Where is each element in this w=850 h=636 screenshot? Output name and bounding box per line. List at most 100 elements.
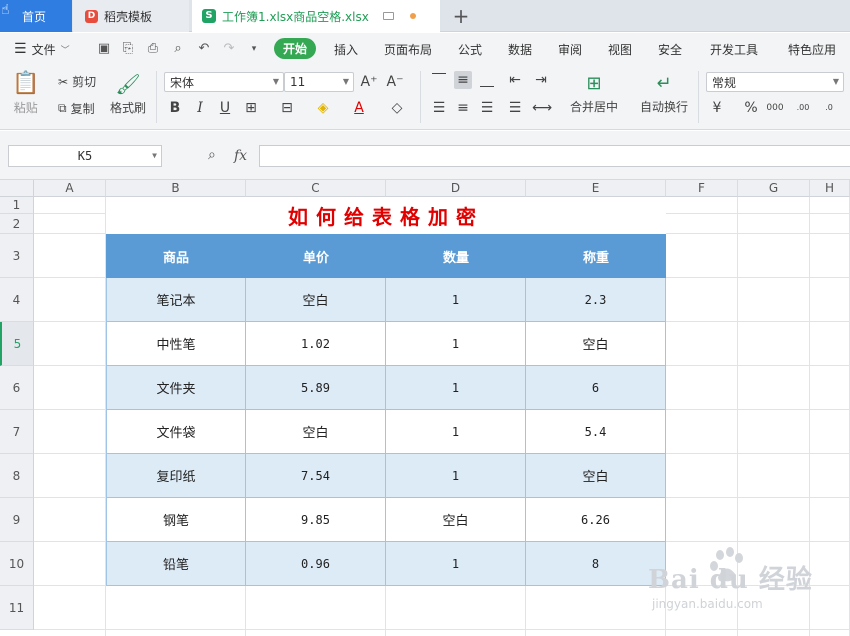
fx-icon[interactable]: fx (234, 148, 247, 164)
table-cell[interactable]: 铅笔 (106, 542, 246, 585)
table-cell[interactable]: 1 (386, 454, 526, 497)
table-cell[interactable]: 5.4 (526, 410, 666, 453)
undo-icon[interactable]: ↶ (196, 41, 212, 57)
align-middle-icon[interactable]: ≡ (454, 71, 472, 89)
row-header-8[interactable]: 8 (0, 454, 34, 498)
justify-icon[interactable]: ☰ (506, 99, 524, 117)
print-preview-icon[interactable]: ⌕ (170, 41, 186, 57)
column-header-c[interactable]: C (246, 180, 386, 197)
formula-input[interactable] (259, 145, 850, 167)
table-cell[interactable]: 0.96 (246, 542, 386, 585)
table-cell[interactable]: 2.3 (526, 278, 666, 321)
percent-icon[interactable]: % (742, 99, 760, 117)
print-icon[interactable]: ⎙ (145, 41, 161, 57)
column-header-f[interactable]: F (666, 180, 738, 197)
menu-data[interactable]: 数据 (508, 33, 532, 65)
table-cell[interactable]: 1 (386, 542, 526, 585)
new-tab-button[interactable]: + (446, 0, 476, 32)
table-cell[interactable]: 1 (386, 322, 526, 365)
save-icon[interactable]: ▣ (96, 41, 112, 57)
zoom-search-icon[interactable]: ⌕ (208, 147, 216, 163)
table-cell[interactable]: 文件袋 (106, 410, 246, 453)
paste-button[interactable]: 📋 粘贴 (12, 71, 39, 116)
redo-icon[interactable]: ↷ (221, 41, 237, 57)
table-header-cell[interactable]: 数量 (386, 234, 526, 278)
menu-developer[interactable]: 开发工具 (710, 33, 758, 65)
font-color-icon[interactable]: A (350, 99, 368, 117)
currency-icon[interactable]: ¥ (708, 99, 726, 117)
sheet-title[interactable]: 如何给表格加密 (106, 197, 666, 234)
clear-format-icon[interactable]: ◇ (388, 99, 406, 117)
column-header-d[interactable]: D (386, 180, 526, 197)
row-header-11[interactable]: 11 (0, 586, 34, 630)
table-cell[interactable]: 文件夹 (106, 366, 246, 409)
table-header-cell[interactable]: 单价 (246, 234, 386, 278)
format-painter-button[interactable]: 🖌 格式刷 (110, 71, 146, 116)
italic-icon[interactable]: I (191, 99, 209, 117)
row-header-7[interactable]: 7 (0, 410, 34, 454)
row-header-2[interactable]: 2 (0, 214, 34, 234)
menu-security[interactable]: 安全 (658, 33, 682, 65)
table-cell[interactable]: 空白 (386, 498, 526, 541)
table-cell[interactable]: 6.26 (526, 498, 666, 541)
align-right-icon[interactable]: ☰ (478, 99, 496, 117)
row-header-10[interactable]: 10 (0, 542, 34, 586)
menu-formula[interactable]: 公式 (458, 33, 482, 65)
underline-icon[interactable]: U (216, 99, 234, 117)
tab-window-icon[interactable] (382, 12, 394, 20)
table-cell[interactable]: 6 (526, 366, 666, 409)
row-header-5[interactable]: 5 (0, 322, 34, 366)
table-header-cell[interactable]: 商品 (106, 234, 246, 278)
column-header-e[interactable]: E (526, 180, 666, 197)
table-cell[interactable]: 复印纸 (106, 454, 246, 497)
table-cell[interactable]: 8 (526, 542, 666, 585)
row-header-4[interactable]: 4 (0, 278, 34, 322)
column-header-a[interactable]: A (34, 180, 106, 197)
menu-page-layout[interactable]: 页面布局 (384, 33, 432, 65)
table-cell[interactable]: 空白 (246, 410, 386, 453)
table-cell[interactable]: 1 (386, 278, 526, 321)
row-header-9[interactable]: 9 (0, 498, 34, 542)
table-cell[interactable]: 9.85 (246, 498, 386, 541)
border-icon[interactable]: ⊞ (242, 99, 260, 117)
table-cell[interactable]: 1 (386, 410, 526, 453)
table-header-cell[interactable]: 称重 (526, 234, 666, 278)
fill-pattern-icon[interactable]: ⊟ (278, 99, 296, 117)
table-cell[interactable]: 笔记本 (106, 278, 246, 321)
thousands-icon[interactable]: 000 (766, 99, 784, 117)
column-header-b[interactable]: B (106, 180, 246, 197)
decrease-decimal-icon[interactable]: .0 (820, 99, 838, 117)
menu-review[interactable]: 审阅 (558, 33, 582, 65)
number-format-select[interactable]: 常规 ▼ (706, 72, 844, 92)
name-box[interactable]: K5 ▼ (8, 145, 162, 167)
customize-dropdown-icon[interactable]: ▾ (246, 41, 262, 57)
table-cell[interactable]: 空白 (526, 322, 666, 365)
table-cell[interactable]: 钢笔 (106, 498, 246, 541)
menu-special[interactable]: 特色应用 (788, 33, 836, 65)
increase-font-icon[interactable]: A⁺ (360, 73, 378, 91)
font-size-select[interactable]: 11 ▼ (284, 72, 354, 92)
table-cell[interactable]: 1.02 (246, 322, 386, 365)
row-header-6[interactable]: 6 (0, 366, 34, 410)
table-cell[interactable]: 5.89 (246, 366, 386, 409)
table-cell[interactable]: 中性笔 (106, 322, 246, 365)
bold-icon[interactable]: B (166, 99, 184, 117)
align-top-icon[interactable]: ⎺ (430, 71, 448, 89)
copy-button[interactable]: ⧉ 复制 (58, 100, 95, 117)
menu-view[interactable]: 视图 (608, 33, 632, 65)
select-all-corner[interactable] (0, 180, 34, 197)
tab-template[interactable]: D 稻壳模板 (73, 0, 189, 32)
table-cell[interactable]: 空白 (246, 278, 386, 321)
font-name-select[interactable]: 宋体 ▼ (164, 72, 284, 92)
distribute-icon[interactable]: ⟷ (532, 99, 552, 117)
fill-color-icon[interactable]: ◈ (314, 99, 332, 117)
decrease-indent-icon[interactable]: ⇤ (506, 71, 524, 89)
menu-insert[interactable]: 插入 (334, 33, 358, 65)
column-header-h[interactable]: H (810, 180, 850, 197)
file-menu[interactable]: ☰ 文件 ﹀ (14, 33, 70, 65)
table-cell[interactable]: 7.54 (246, 454, 386, 497)
tab-home[interactable]: 首页 (0, 0, 72, 32)
align-left-icon[interactable]: ☰ (430, 99, 448, 117)
decrease-font-icon[interactable]: A⁻ (386, 73, 404, 91)
tab-workbook[interactable]: S 工作簿1.xlsx商品空格.xlsx (192, 0, 440, 32)
